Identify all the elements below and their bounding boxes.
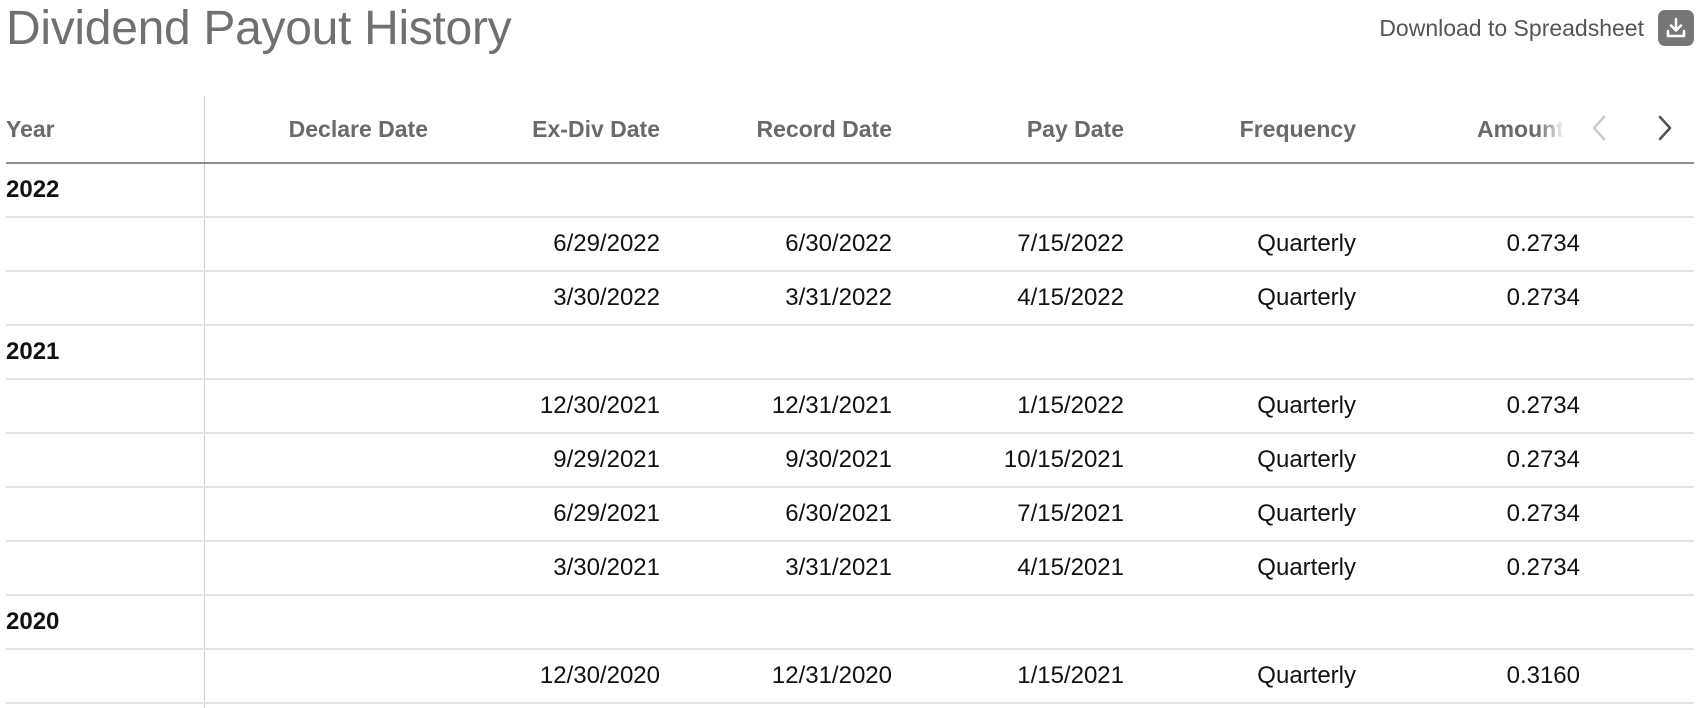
frequency-cell: Quarterly [1257, 662, 1356, 689]
table-row: 6/29/2022 6/30/2022 7/15/2022 Quarterly … [6, 218, 1694, 272]
pay-date-cell: 7/15/2021 [1017, 500, 1124, 527]
column-header-declare-date[interactable]: Declare Date [204, 96, 428, 162]
year-group-row: 2020 [6, 596, 1694, 650]
dividend-table: Year Declare Date Ex-Div Date Record Dat… [6, 96, 1694, 708]
pay-date-cell: 7/15/2022 [1017, 230, 1124, 257]
record-date-cell: 3/31/2022 [785, 284, 892, 311]
record-date-cell: 12/31/2020 [771, 662, 892, 689]
record-date-cell: 12/31/2021 [771, 392, 892, 419]
page-title: Dividend Payout History [6, 2, 512, 55]
table-row: 6/29/2021 6/30/2021 7/15/2021 Quarterly … [6, 488, 1694, 542]
amount-cell: 0.2734 [1506, 392, 1580, 419]
ex-div-date-cell: 3/30/2022 [553, 284, 660, 311]
declare-date-cell [204, 380, 428, 432]
amount-cell: 0.2734 [1506, 554, 1580, 581]
column-header-record-date[interactable]: Record Date [660, 96, 892, 162]
column-header-frequency[interactable]: Frequency [1124, 96, 1356, 162]
declare-date-cell [204, 272, 428, 324]
column-header-year[interactable]: Year [6, 96, 204, 162]
download-spreadsheet-button[interactable]: Download to Spreadsheet [1379, 10, 1694, 46]
year-label: 2020 [6, 608, 60, 635]
frequency-cell: Quarterly [1257, 554, 1356, 581]
pay-date-cell: 1/15/2021 [1017, 662, 1124, 689]
ex-div-date-cell: 3/30/2021 [553, 554, 660, 581]
year-group-row: 2022 [6, 164, 1694, 218]
chevron-right-icon [1658, 115, 1672, 141]
pay-date-cell: 4/15/2021 [1017, 554, 1124, 581]
declare-date-cell [204, 542, 428, 594]
amount-cell: 0.2734 [1506, 230, 1580, 257]
chevron-left-icon [1592, 115, 1606, 141]
table-row: 9/29/2021 9/30/2021 10/15/2021 Quarterly… [6, 434, 1694, 488]
scroll-left-button[interactable] [1582, 110, 1618, 146]
year-group-row: 2021 [6, 326, 1694, 380]
frequency-cell: Quarterly [1257, 392, 1356, 419]
amount-cell: 0.2734 [1506, 446, 1580, 473]
year-label: 2022 [6, 176, 60, 203]
declare-date-cell [204, 218, 428, 270]
table-row: 12/30/2021 12/31/2021 1/15/2022 Quarterl… [6, 380, 1694, 434]
frequency-cell: Quarterly [1257, 284, 1356, 311]
frequency-cell: Quarterly [1257, 446, 1356, 473]
amount-cell: 0.2734 [1506, 500, 1580, 527]
amount-cell: 0.3160 [1506, 662, 1580, 689]
record-date-cell: 6/30/2022 [785, 230, 892, 257]
amount-cell: 0.2734 [1506, 284, 1580, 311]
scroll-right-button[interactable] [1646, 110, 1682, 146]
declare-date-cell [204, 488, 428, 540]
ex-div-date-cell: 9/29/2021 [553, 446, 660, 473]
table-header-row: Year Declare Date Ex-Div Date Record Dat… [6, 96, 1694, 164]
table-row: 3/30/2022 3/31/2022 4/15/2022 Quarterly … [6, 272, 1694, 326]
column-header-pay-date[interactable]: Pay Date [892, 96, 1124, 162]
year-label: 2021 [6, 338, 60, 365]
ex-div-date-cell: 6/29/2021 [553, 500, 660, 527]
frequency-cell: Quarterly [1257, 230, 1356, 257]
table-row: 3/30/2021 3/31/2021 4/15/2021 Quarterly … [6, 542, 1694, 596]
pay-date-cell: 4/15/2022 [1017, 284, 1124, 311]
ex-div-date-cell: 6/29/2022 [553, 230, 660, 257]
table-row: 12/30/2020 12/31/2020 1/15/2021 Quarterl… [6, 650, 1694, 704]
record-date-cell: 9/30/2021 [785, 446, 892, 473]
pay-date-cell: 10/15/2021 [1003, 446, 1124, 473]
ex-div-date-cell: 12/30/2021 [539, 392, 660, 419]
record-date-cell: 6/30/2021 [785, 500, 892, 527]
column-header-amount[interactable]: Amount [1356, 96, 1563, 162]
declare-date-cell [204, 650, 428, 702]
download-icon[interactable] [1658, 10, 1694, 46]
declare-date-cell [204, 434, 428, 486]
download-label: Download to Spreadsheet [1379, 14, 1644, 41]
record-date-cell: 3/31/2021 [785, 554, 892, 581]
ex-div-date-cell: 12/30/2020 [539, 662, 660, 689]
pay-date-cell: 1/15/2022 [1017, 392, 1124, 419]
column-header-ex-div-date[interactable]: Ex-Div Date [428, 96, 660, 162]
frequency-cell: Quarterly [1257, 500, 1356, 527]
